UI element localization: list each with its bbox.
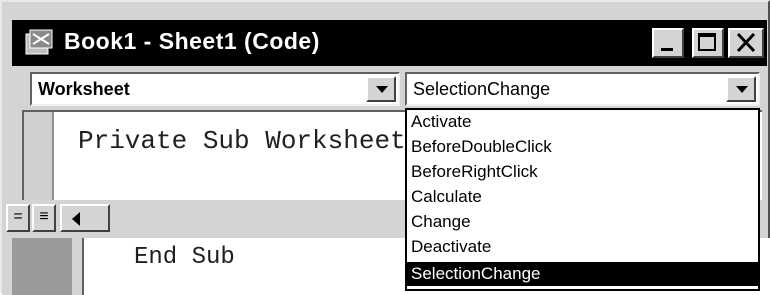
close-icon	[736, 32, 756, 53]
maximize-button[interactable]	[692, 28, 724, 58]
close-button[interactable]	[728, 28, 764, 58]
object-combo[interactable]: Worksheet	[30, 72, 400, 106]
procedure-dropdown-list[interactable]: Activate BeforeDoubleClick BeforeRightCl…	[405, 108, 760, 291]
code-window: Book1 - Sheet1 (Code) Worksheet Selectio…	[0, 0, 770, 295]
procedure-view-button[interactable]: =	[6, 204, 30, 232]
minimize-icon	[661, 48, 673, 51]
code-line-declaration[interactable]: Private Sub Worksheet	[78, 126, 406, 156]
object-combo-value: Worksheet	[38, 79, 130, 99]
dropdown-item-selectionchange[interactable]: SelectionChange	[407, 262, 758, 286]
dropdown-item-calculate[interactable]: Calculate	[407, 185, 758, 209]
dropdown-item-deactivate[interactable]: Deactivate	[407, 235, 758, 259]
view-toolbar: = ≡	[6, 200, 406, 236]
window-title: Book1 - Sheet1 (Code)	[64, 28, 320, 54]
dropdown-item-beforedoubleclick[interactable]: BeforeDoubleClick	[407, 135, 758, 159]
minimize-button[interactable]	[652, 28, 684, 58]
title-bar[interactable]: Book1 - Sheet1 (Code)	[12, 20, 767, 66]
procedure-combo-dropdown-button[interactable]	[726, 76, 756, 102]
maximize-icon	[698, 33, 716, 51]
procedure-view-icon: =	[13, 208, 23, 225]
full-module-view-button[interactable]: ≡	[32, 204, 56, 232]
excel-code-icon	[25, 29, 53, 55]
full-module-view-icon: ≡	[39, 208, 49, 225]
dropdown-item-activate[interactable]: Activate	[407, 110, 758, 134]
scroll-left-button[interactable]	[60, 204, 110, 232]
procedure-combo[interactable]: SelectionChange	[405, 72, 760, 106]
margin-indicator-bar[interactable]	[24, 112, 54, 200]
dropdown-item-beforerightclick[interactable]: BeforeRightClick	[407, 160, 758, 184]
procedure-combo-value: SelectionChange	[413, 79, 551, 99]
code-line-end-sub[interactable]: End Sub	[134, 244, 235, 271]
dropdown-item-change[interactable]: Change	[407, 210, 758, 234]
object-combo-dropdown-button[interactable]	[366, 76, 396, 102]
margin-indicator-bar-bottom[interactable]	[12, 238, 72, 295]
